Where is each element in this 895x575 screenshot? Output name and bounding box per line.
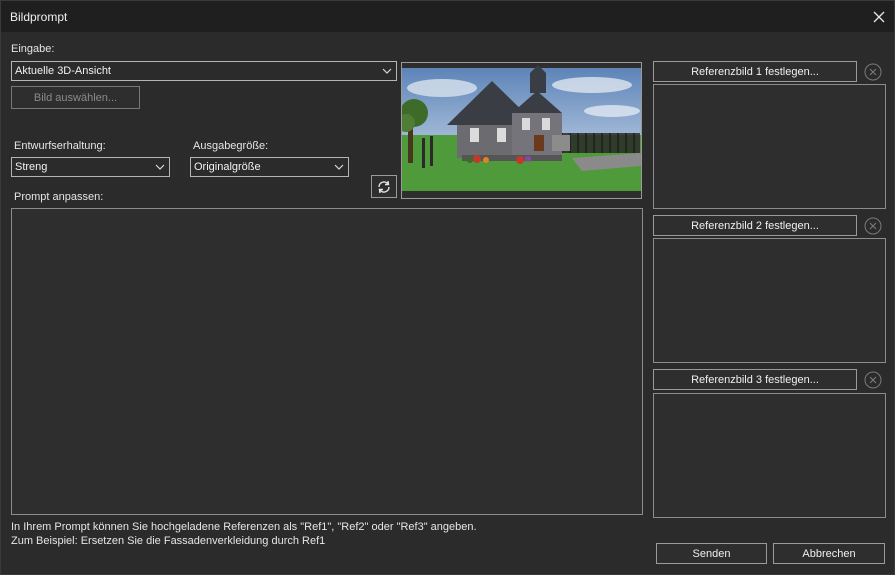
preview-image — [401, 62, 642, 199]
chevron-down-icon — [334, 164, 344, 170]
set-reference-3-button[interactable]: Referenzbild 3 festlegen... — [653, 369, 857, 390]
chevron-down-icon — [382, 68, 392, 74]
design-preservation-label: Entwurfserhaltung: — [14, 140, 106, 152]
info-text-line-1: In Ihrem Prompt können Sie hochgeladene … — [11, 521, 477, 533]
reference-2-image-area — [653, 238, 886, 363]
input-source-select[interactable]: Aktuelle 3D-Ansicht — [11, 61, 397, 81]
cancel-button[interactable]: Abbrechen — [773, 543, 885, 564]
reference-3-image-area — [653, 393, 886, 518]
close-button[interactable] — [864, 1, 894, 32]
design-preservation-value: Streng — [15, 161, 48, 173]
close-icon — [873, 11, 885, 22]
input-source-value: Aktuelle 3D-Ansicht — [15, 65, 111, 77]
clear-circle-icon — [864, 63, 882, 81]
input-label: Eingabe: — [11, 43, 55, 55]
output-size-label: Ausgabegröße: — [193, 140, 269, 152]
window-title: Bildprompt — [10, 10, 68, 24]
prompt-label: Prompt anpassen: — [14, 191, 104, 203]
prompt-textarea[interactable] — [11, 208, 643, 515]
info-text-line-2: Zum Beispiel: Ersetzen Sie die Fassadenv… — [11, 535, 326, 547]
set-reference-1-button[interactable]: Referenzbild 1 festlegen... — [653, 61, 857, 82]
title-bar: Bildprompt — [1, 1, 894, 32]
send-button[interactable]: Senden — [656, 543, 767, 564]
clear-reference-3-button[interactable] — [863, 370, 883, 390]
refresh-icon — [378, 180, 390, 193]
select-image-button[interactable]: Bild auswählen... — [11, 86, 140, 109]
clear-reference-2-button[interactable] — [863, 216, 883, 236]
reference-1-image-area — [653, 84, 886, 209]
dialog-window: Bildprompt Eingabe: Aktuelle 3D-Ansicht … — [0, 0, 895, 575]
clear-circle-icon — [864, 217, 882, 235]
output-size-select[interactable]: Originalgröße — [190, 157, 349, 177]
clear-circle-icon — [864, 371, 882, 389]
chevron-down-icon — [155, 164, 165, 170]
clear-reference-1-button[interactable] — [863, 62, 883, 82]
refresh-button[interactable] — [371, 175, 397, 198]
output-size-value: Originalgröße — [194, 161, 261, 173]
house-preview-picture — [402, 63, 641, 198]
design-preservation-select[interactable]: Streng — [11, 157, 170, 177]
set-reference-2-button[interactable]: Referenzbild 2 festlegen... — [653, 215, 857, 236]
